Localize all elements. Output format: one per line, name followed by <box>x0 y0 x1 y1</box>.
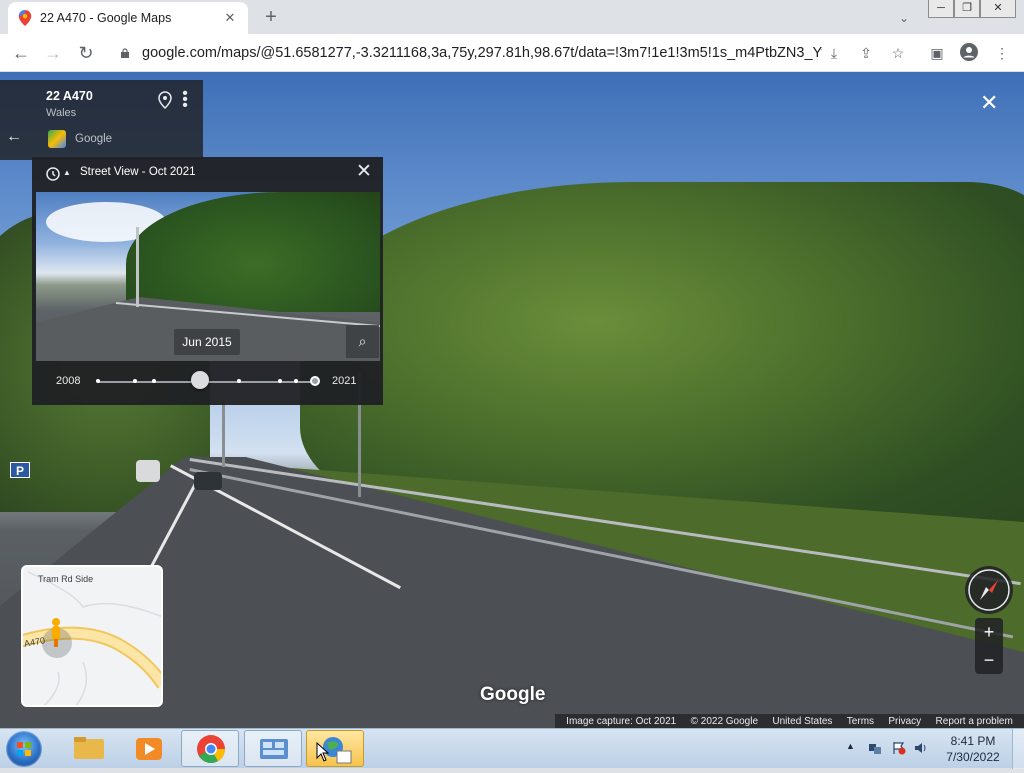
install-icon[interactable]: ⤓ <box>824 43 844 63</box>
more-options-icon[interactable]: • • • <box>180 86 190 114</box>
folder-icon <box>74 737 104 759</box>
zoom-in-button[interactable]: + <box>975 618 1003 646</box>
restore-button[interactable]: ❐ <box>954 0 980 18</box>
timeline-slider-handle[interactable] <box>191 371 209 389</box>
tab-title: 22 A470 - Google Maps <box>40 11 172 25</box>
taskbar-chrome[interactable] <box>181 730 239 767</box>
lock-icon <box>121 48 129 58</box>
minimap-road-label: Tram Rd Side <box>38 574 94 584</box>
timeline-stop[interactable] <box>96 379 100 383</box>
profile-avatar-icon[interactable] <box>959 43 979 63</box>
taskbar-media-player[interactable] <box>120 730 178 767</box>
timeline-stop[interactable] <box>152 379 156 383</box>
thumbnail-trees <box>126 192 380 312</box>
start-button[interactable] <box>6 731 42 767</box>
compass-icon[interactable] <box>965 566 1013 614</box>
mouse-cursor-icon <box>316 742 330 762</box>
address-bar[interactable]: google.com/maps/@51.6581277,-3.3211168,3… <box>108 38 822 68</box>
image-source-label: Google <box>75 133 113 145</box>
menu-icon[interactable]: ⋮ <box>992 43 1012 63</box>
report-problem-link[interactable]: Report a problem <box>936 716 1013 727</box>
caret-up-icon[interactable]: ▲ <box>63 168 71 177</box>
street-view-canvas[interactable]: P ← 22 A470 Wales • • • Google ▲ Street Vi… <box>0 72 1024 728</box>
timeline-stop[interactable] <box>294 379 298 383</box>
control-panel-icon <box>260 739 288 759</box>
region-link[interactable]: United States <box>772 716 832 727</box>
place-title: 22 A470 <box>46 89 93 103</box>
privacy-link[interactable]: Privacy <box>888 716 921 727</box>
volume-icon[interactable] <box>914 741 928 755</box>
taskbar-file-explorer[interactable] <box>60 730 118 767</box>
tab-google-maps[interactable]: 22 A470 - Google Maps ✕ <box>8 2 248 34</box>
tab-strip: 22 A470 - Google Maps ✕ + ⌄ ─ ❐ ✕ <box>0 0 1024 34</box>
windows-logo-icon <box>17 742 31 756</box>
timeline-stop[interactable] <box>133 379 137 383</box>
action-center-flag-icon[interactable] <box>892 741 906 755</box>
tab-close-icon[interactable]: ✕ <box>222 10 238 26</box>
google-maps-pin-icon <box>18 10 32 26</box>
history-panel-title: Street View - Oct 2021 <box>80 166 196 178</box>
bookmark-star-icon[interactable]: ☆ <box>888 43 908 63</box>
history-clock-icon[interactable] <box>45 166 61 182</box>
timeline-stop[interactable] <box>237 379 241 383</box>
exit-street-view-icon[interactable]: ✕ <box>980 92 998 114</box>
chrome-icon <box>197 735 225 763</box>
minimap[interactable]: Tram Rd Side A470 <box>21 565 163 707</box>
vehicle-van <box>136 460 160 482</box>
attribution-bar: Image capture: Oct 2021 © 2022 Google Un… <box>555 714 1024 728</box>
timeline-stop[interactable] <box>278 379 282 383</box>
copyright-text: © 2022 Google <box>690 715 759 727</box>
street-view-history-panel: ▲ Street View - Oct 2021 ✕ ⌕ Jun 2015 20… <box>32 157 383 405</box>
taskbar-control-panel[interactable] <box>244 730 302 767</box>
clock-time[interactable]: 8:41 PM <box>944 734 1002 748</box>
image-capture-date: Image capture: Oct 2021 <box>566 715 677 727</box>
google-maps-logo-icon <box>48 130 66 148</box>
forward-icon[interactable]: → <box>40 40 66 66</box>
side-panel-icon[interactable]: ▣ <box>927 43 947 63</box>
media-player-icon <box>136 738 162 760</box>
url-text: google.com/maps/@51.6581277,-3.3211168,3… <box>142 45 822 61</box>
taskbar: ▲ 8:41 PM 7/30/2022 <box>0 728 1024 769</box>
timeline-end-year: 2021 <box>332 375 357 387</box>
parking-sign-icon: P <box>10 462 30 478</box>
close-history-icon[interactable]: ✕ <box>356 162 372 181</box>
place-subtitle: Wales <box>46 107 77 119</box>
taskbar-network-app[interactable] <box>306 730 364 767</box>
timeline-current-stop[interactable] <box>310 376 320 386</box>
browser-toolbar: ← → ↻ google.com/maps/@51.6581277,-3.321… <box>0 34 1024 72</box>
back-arrow-icon[interactable]: ← <box>6 128 22 146</box>
zoom-in-thumbnail-icon[interactable]: ⌕ <box>346 325 379 358</box>
selected-date-tooltip: Jun 2015 <box>174 329 240 355</box>
back-icon[interactable]: ← <box>8 40 34 66</box>
zoom-out-button[interactable]: − <box>975 646 1003 674</box>
clock-date[interactable]: 7/30/2022 <box>944 750 1002 764</box>
pegman-icon <box>52 618 60 647</box>
lamp-post <box>222 402 225 467</box>
thumbnail-lamp-post <box>136 227 139 307</box>
reload-icon[interactable]: ↻ <box>73 40 99 66</box>
network-icon[interactable] <box>868 741 882 755</box>
timeline-start-year: 2008 <box>56 375 81 387</box>
share-icon[interactable]: ⇪ <box>856 43 876 63</box>
new-tab-button[interactable]: + <box>258 4 284 30</box>
close-window-button[interactable]: ✕ <box>980 0 1016 18</box>
zoom-controls: + − <box>975 618 1003 674</box>
minimize-button[interactable]: ─ <box>928 0 954 18</box>
terms-link[interactable]: Terms <box>847 716 874 727</box>
tray-expand-icon[interactable]: ▲ <box>846 741 860 755</box>
vehicle-car <box>194 472 222 490</box>
place-card: ← 22 A470 Wales • • • Google <box>0 80 203 160</box>
google-watermark: Google <box>480 684 546 705</box>
show-desktop-button[interactable] <box>1012 729 1024 769</box>
tab-search-icon[interactable]: ⌄ <box>894 8 914 28</box>
location-pin-icon[interactable] <box>158 91 172 109</box>
